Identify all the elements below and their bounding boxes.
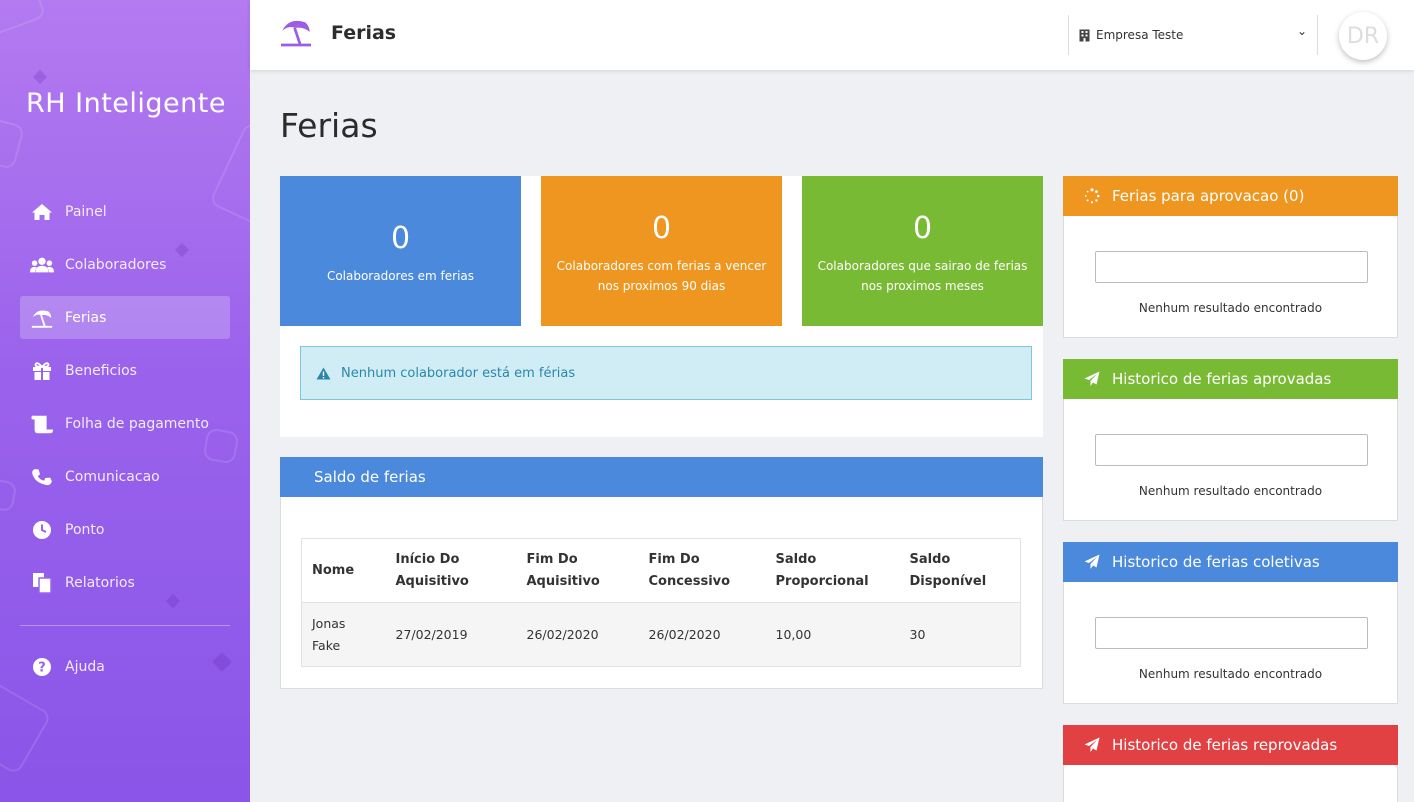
- scroll-icon: [30, 413, 54, 435]
- card-header: Historico de ferias aprovadas: [1063, 359, 1398, 399]
- paper-plane-icon: [1081, 371, 1103, 387]
- empty-message: Nenhum resultado encontrado: [1138, 484, 1323, 498]
- sidebar-divider: [20, 625, 230, 626]
- avatar[interactable]: DR: [1339, 12, 1387, 60]
- sidebar-item-label: Relatorios: [65, 574, 135, 591]
- column-header: Fim Do Aquisitivo: [516, 538, 639, 603]
- brand-title: RH Inteligente: [26, 88, 226, 119]
- saldo-panel: Saldo de ferias Nome Início Do Aquisitiv…: [280, 457, 1043, 689]
- top-header: Ferias Empresa Teste ⌄ DR: [250, 0, 1414, 70]
- sidebar-item-painel[interactable]: Painel: [20, 190, 230, 233]
- decor-shape: [0, 477, 18, 513]
- sidebar-item-ponto[interactable]: Ponto: [20, 508, 230, 551]
- card-ferias-aprovadas: Historico de ferias aprovadas Nenhum res…: [1063, 359, 1398, 521]
- table-cell: Jonas Fake: [301, 602, 386, 667]
- saldo-title: Saldo de ferias: [280, 457, 1043, 497]
- sidebar-item-label: Beneficios: [65, 362, 137, 379]
- page-title: Ferias: [280, 106, 378, 145]
- sidebar-item-relatorios[interactable]: Relatorios: [20, 561, 230, 604]
- copy-icon: [30, 572, 54, 594]
- phone-icon: [30, 466, 54, 488]
- table-header-row: Nome Início Do Aquisitivo Fim Do Aquisit…: [301, 538, 1021, 603]
- table-row: Jonas Fake 27/02/2019 26/02/2020 26/02/2…: [301, 602, 1021, 667]
- table-cell: 10,00: [765, 602, 900, 667]
- card-header: Historico de ferias reprovadas: [1063, 725, 1398, 765]
- table-cell: 26/02/2020: [516, 602, 639, 667]
- decor-dot: [32, 69, 48, 85]
- home-icon: [30, 201, 54, 223]
- spinner-icon: [1081, 188, 1103, 204]
- sidebar-help: ? Ajuda: [20, 645, 230, 698]
- sidebar-nav: Painel Colaboradores Ferias Beneficios F…: [20, 190, 230, 614]
- paper-plane-icon: [1081, 737, 1103, 753]
- sidebar-item-label: Ferias: [65, 309, 107, 326]
- decor-shape: [0, 114, 26, 171]
- stat-label: Colaboradores que sairao de ferias nos p…: [817, 259, 1028, 293]
- company-name: Empresa Teste: [1096, 28, 1184, 42]
- sidebar-item-ferias[interactable]: Ferias: [20, 296, 230, 339]
- question-circle-icon: ?: [30, 656, 54, 678]
- users-icon: [30, 254, 54, 276]
- column-header: Saldo Proporcional: [765, 538, 900, 603]
- card-ferias-reprovadas: Historico de ferias reprovadas: [1063, 725, 1398, 802]
- beach-umbrella-icon: [278, 17, 314, 51]
- alert-text: Nenhum colaborador está em férias: [341, 365, 576, 381]
- card-ferias-aprovacao: Ferias para aprovacao (0) Nenhum resulta…: [1063, 176, 1398, 338]
- card-ferias-coletivas: Historico de ferias coletivas Nenhum res…: [1063, 542, 1398, 704]
- stat-card-a-vencer: 0 Colaboradores com ferias a vencer nos …: [541, 176, 782, 326]
- company-select[interactable]: Empresa Teste ⌄: [1068, 15, 1318, 55]
- sidebar-item-colaboradores[interactable]: Colaboradores: [20, 243, 230, 286]
- filter-input[interactable]: [1095, 251, 1368, 283]
- table-cell: 30: [899, 602, 1021, 667]
- sidebar-item-folha-de-pagamento[interactable]: Folha de pagamento: [20, 402, 230, 445]
- column-header: Nome: [301, 538, 386, 603]
- card-title: Ferias para aprovacao (0): [1112, 187, 1305, 205]
- gift-icon: [30, 360, 54, 382]
- column-header: Saldo Disponível: [899, 538, 1021, 603]
- stat-value: 0: [651, 211, 672, 246]
- sidebar-item-label: Colaboradores: [65, 256, 167, 273]
- header-title: Ferias: [331, 22, 397, 44]
- sidebar-item-ajuda[interactable]: ? Ajuda: [20, 645, 230, 688]
- info-alert: Nenhum colaborador está em férias: [300, 346, 1032, 400]
- saldo-table: Nome Início Do Aquisitivo Fim Do Aquisit…: [301, 538, 1021, 667]
- stat-value: 0: [390, 221, 411, 256]
- sidebar-item-label: Ajuda: [65, 658, 105, 675]
- filter-input[interactable]: [1095, 434, 1368, 466]
- card-title: Historico de ferias coletivas: [1112, 553, 1320, 571]
- card-title: Historico de ferias aprovadas: [1112, 370, 1332, 388]
- column-header: Fim Do Concessivo: [638, 538, 766, 603]
- stat-label: Colaboradores com ferias a vencer nos pr…: [556, 259, 767, 293]
- warning-icon: [316, 367, 331, 380]
- sidebar-item-label: Painel: [65, 203, 107, 220]
- stat-value: 0: [912, 211, 933, 246]
- chevron-down-icon: ⌄: [1296, 24, 1307, 38]
- stat-card-em-ferias: 0 Colaboradores em ferias: [280, 176, 521, 326]
- sidebar-item-label: Folha de pagamento: [65, 415, 209, 432]
- stat-card-sairao: 0 Colaboradores que sairao de ferias nos…: [802, 176, 1043, 326]
- filter-input[interactable]: [1095, 617, 1368, 649]
- empty-message: Nenhum resultado encontrado: [1138, 301, 1323, 315]
- card-header: Ferias para aprovacao (0): [1063, 176, 1398, 216]
- svg-text:?: ?: [38, 660, 46, 675]
- sidebar-item-beneficios[interactable]: Beneficios: [20, 349, 230, 392]
- column-header: Início Do Aquisitivo: [385, 538, 517, 603]
- sidebar-item-label: Comunicacao: [65, 468, 160, 485]
- sidebar-item-label: Ponto: [65, 521, 105, 538]
- card-title: Historico de ferias reprovadas: [1112, 736, 1338, 754]
- clock-icon: [30, 519, 54, 541]
- stats-panel: 0 Colaboradores em ferias 0 Colaboradore…: [280, 176, 1043, 437]
- beach-umbrella-icon: [30, 307, 54, 329]
- table-cell: 27/02/2019: [385, 602, 517, 667]
- stat-label: Colaboradores em ferias: [326, 269, 475, 283]
- table-cell: 26/02/2020: [638, 602, 766, 667]
- sidebar: RH Inteligente Painel Colaboradores Feri…: [0, 0, 250, 802]
- decor-shape: [0, 0, 47, 41]
- card-header: Historico de ferias coletivas: [1063, 542, 1398, 582]
- sidebar-item-comunicacao[interactable]: Comunicacao: [20, 455, 230, 498]
- paper-plane-icon: [1081, 554, 1103, 570]
- empty-message: Nenhum resultado encontrado: [1138, 667, 1323, 681]
- building-icon: [1079, 29, 1090, 42]
